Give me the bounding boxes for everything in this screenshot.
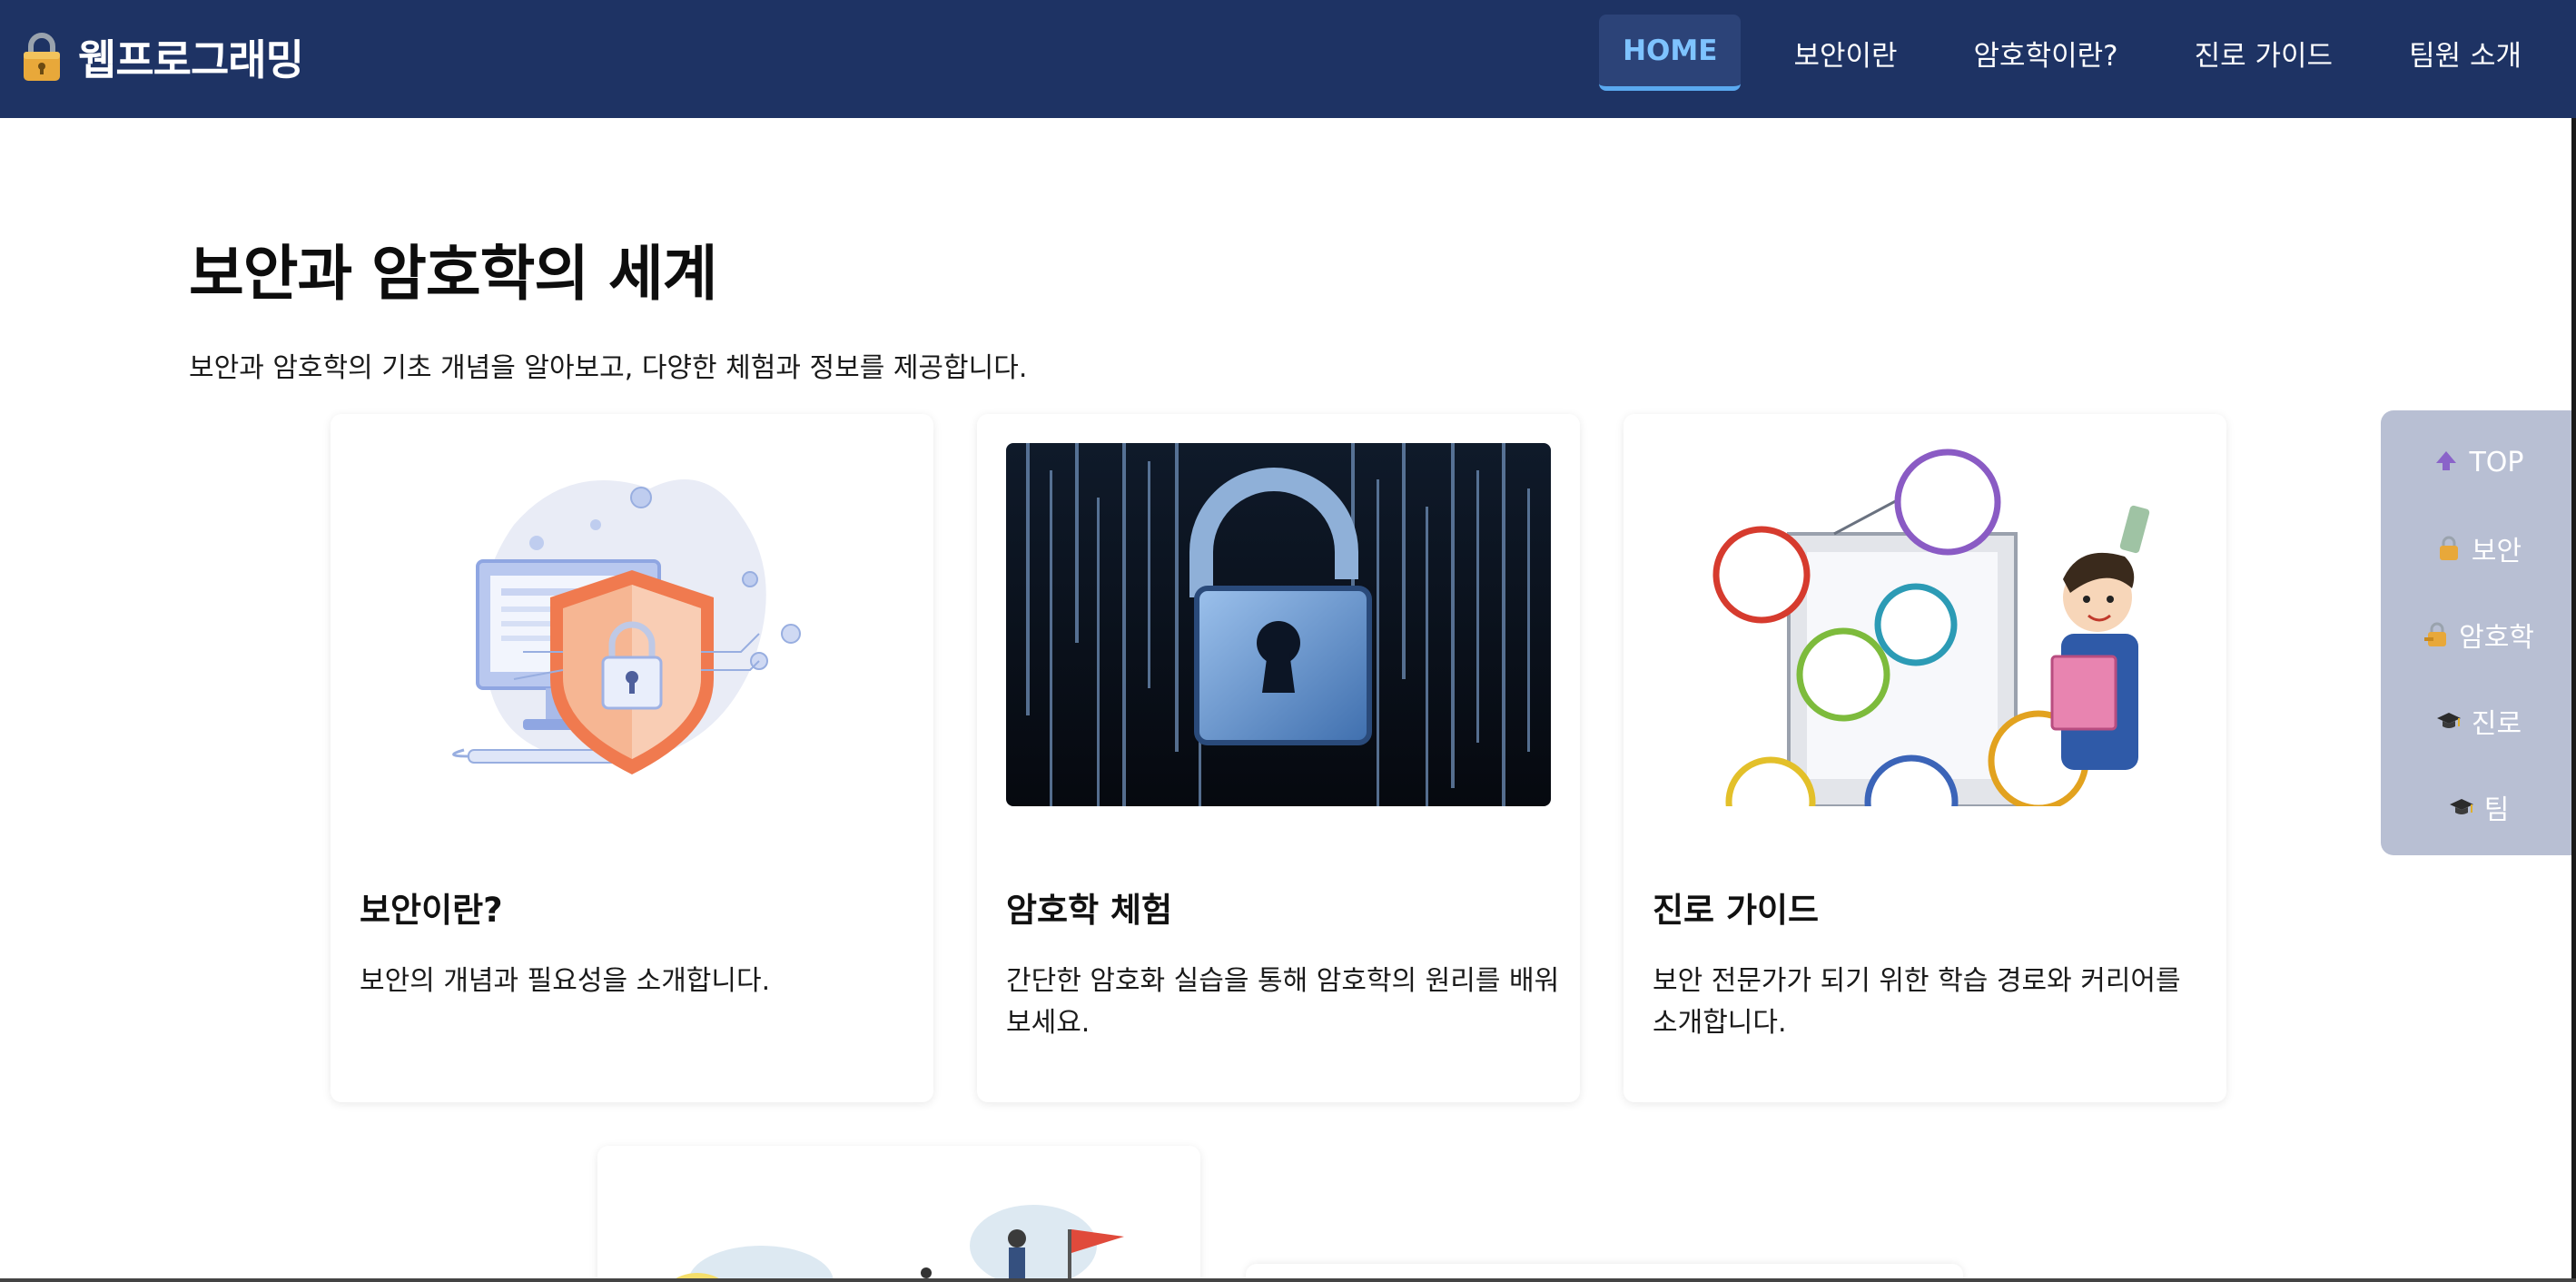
quick-nav-label: TOP xyxy=(2469,446,2524,478)
quick-nav-team[interactable]: 팀 xyxy=(2381,780,2576,834)
card-text: 보안 전문가가 되기 위한 학습 경로와 커리어를 소개합니다. xyxy=(1653,965,2181,1039)
arrow-up-icon xyxy=(2436,451,2457,470)
partial-card-illustration xyxy=(670,1205,1124,1282)
quick-nav-top[interactable] xyxy=(2381,844,2576,899)
card-title: 진로 가이드 xyxy=(1653,891,1820,930)
career-roadmap-illustration xyxy=(1653,443,2197,806)
quick-nav-label: 보안 xyxy=(2471,536,2522,567)
quick-nav-crypto[interactable]: 암호학 xyxy=(2381,607,2576,662)
quick-nav-career[interactable]: 진로 xyxy=(2381,694,2576,748)
graduation-cap-icon xyxy=(2436,713,2461,728)
nav-item-team[interactable]: 팀원 소개 xyxy=(2371,15,2576,91)
nav-item-home[interactable]: HOME xyxy=(1599,15,1742,91)
card-text: 간단한 암호화 실습을 통해 암호학의 원리를 배워보세요. xyxy=(1006,965,1560,1039)
card-career[interactable]: 진로 가이드 보안 전문가가 되기 위한 학습 경로와 커리어를 소개합니다. xyxy=(1624,414,2226,1102)
quick-nav-security[interactable]: 보안 xyxy=(2381,521,2576,576)
brand-title: 웹프로그래밍 xyxy=(78,35,304,84)
card-title: 암호학 체험 xyxy=(1006,891,1173,930)
nav-item-career[interactable]: 진로 가이드 xyxy=(2157,15,2371,91)
quick-nav-label: 암호학 xyxy=(2459,622,2534,654)
nav-item-cryptography[interactable]: 암호학이란? xyxy=(1936,15,2157,91)
lock-icon xyxy=(2439,536,2458,560)
window-border-bottom xyxy=(0,1278,2576,1282)
padlock-binary-code-image xyxy=(1006,443,1551,806)
quick-nav-label: 진로 xyxy=(2471,708,2522,740)
security-shield-illustration xyxy=(360,443,904,806)
window-border xyxy=(2571,118,2576,1282)
brand[interactable]: 웹프로그래밍 xyxy=(20,27,304,87)
main-nav: HOME 보안이란 암호학이란? 진로 가이드 팀원 소개 xyxy=(1599,15,2576,91)
graduation-cap-icon xyxy=(2449,799,2473,814)
key-lock-icon xyxy=(2424,622,2447,646)
card-cryptography[interactable]: 암호학 체험 간단한 암호화 실습을 통해 암호학의 원리를 배워보세요. xyxy=(977,414,1580,1102)
top-navbar: 웹프로그래밍 HOME 보안이란 암호학이란? 진로 가이드 팀원 소개 xyxy=(0,0,2576,118)
card-text: 보안의 개념과 필요성을 소개합니다. xyxy=(360,965,771,997)
card-partial[interactable] xyxy=(597,1146,1200,1282)
quick-nav-label: 팀 xyxy=(2483,794,2510,826)
quick-nav-top[interactable]: TOP xyxy=(2381,435,2576,489)
lock-icon xyxy=(24,33,60,81)
page-description: 보안과 암호학의 기초 개념을 알아보고, 다양한 체험과 정보를 제공합니다. xyxy=(189,352,1028,384)
page-title: 보안과 암호학의 세계 xyxy=(189,239,717,309)
nav-item-security[interactable]: 보안이란 xyxy=(1755,15,1935,91)
card-title: 보안이란? xyxy=(360,891,503,930)
card-security[interactable]: 보안이란? 보안의 개념과 필요성을 소개합니다. xyxy=(331,414,933,1102)
